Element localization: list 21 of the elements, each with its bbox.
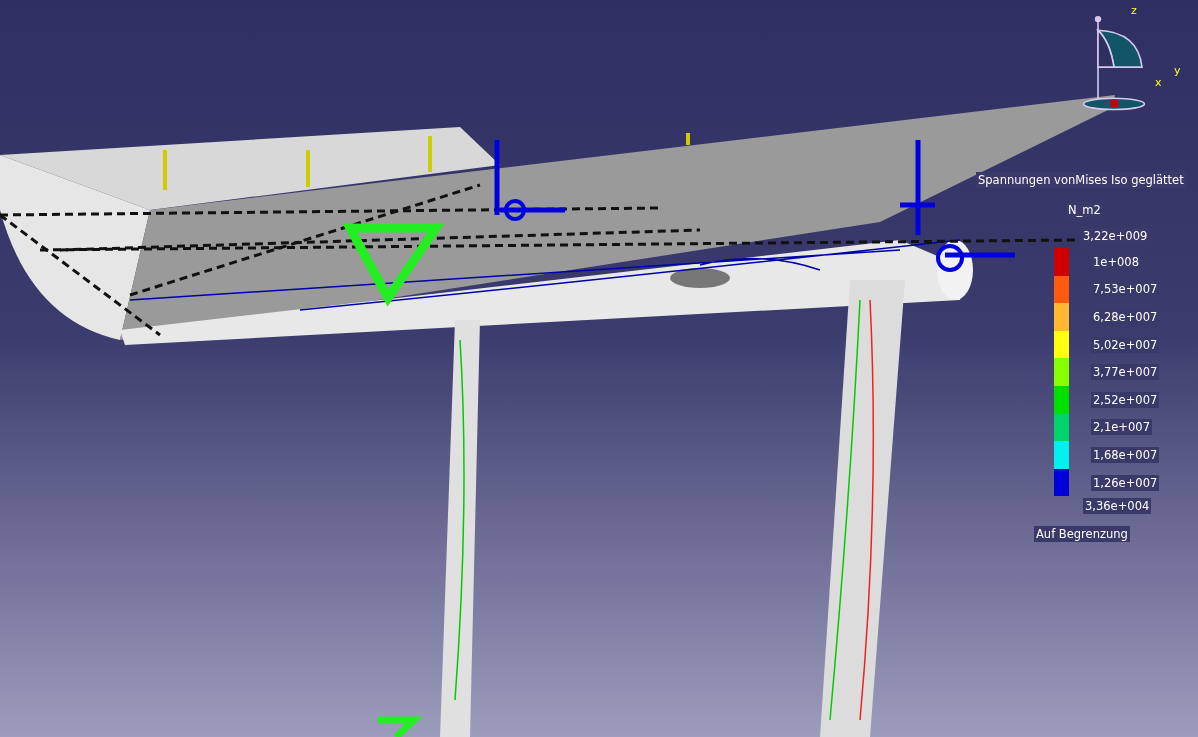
pin — [428, 136, 432, 172]
axis-label: x — [1155, 76, 1162, 89]
band-value: 2,52e+007 — [1091, 391, 1160, 408]
triangle-marker-icon — [342, 223, 445, 307]
pin — [163, 150, 167, 190]
band-value: 2,1e+007 — [1091, 419, 1152, 436]
axis-label: z — [1131, 4, 1137, 17]
legend-min-value: 3,36e+004 — [1083, 498, 1152, 515]
legend-unit: N_m2 — [1066, 202, 1103, 218]
band-value: 6,28e+007 — [1091, 309, 1160, 325]
band-value: 1,26e+007 — [1091, 474, 1160, 491]
pin — [306, 150, 310, 187]
legend-max-value: 3,22e+009 — [1081, 228, 1150, 244]
pin — [686, 133, 690, 145]
legend-title: Spannungen vonMises Iso geglättet — [976, 172, 1186, 188]
band-value: 5,02e+007 — [1091, 336, 1160, 353]
band-value: 1,68e+007 — [1091, 446, 1160, 463]
legend-footer: Auf Begrenzung — [1034, 526, 1130, 543]
axis-label: y — [1174, 64, 1181, 77]
3d-viewport[interactable]: z y x Spannungen vonMises Iso geglättet N_m2 3,22e+009 1e+008 7,53e+007 6,28e+007 5,02e+007 3,77e+007 2,52e+007 2,1e+007 1,68e+007 1,26e+007 3,36e+004 Auf Begrenzung — [0, 0, 1198, 737]
band-value: 3,77e+007 — [1091, 364, 1160, 381]
